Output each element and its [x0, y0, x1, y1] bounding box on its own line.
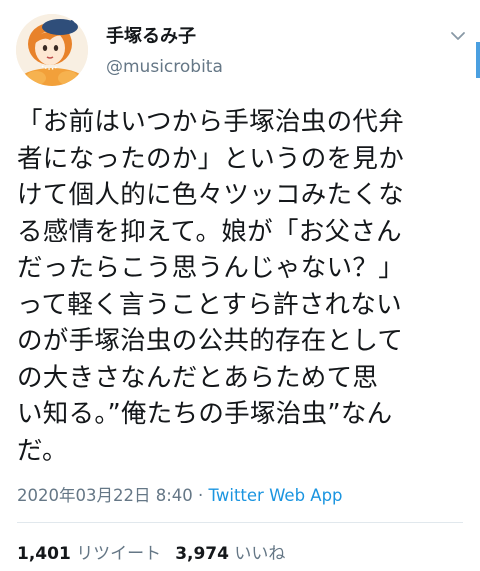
likes-count: 3,974: [175, 544, 229, 564]
user-handle[interactable]: @musicrobita: [106, 57, 223, 77]
tweet-stats: 1,401 リツイート 3,974 いいね: [17, 539, 285, 564]
scrollbar[interactable]: [476, 42, 480, 78]
tweet-meta: 2020年03月22日 8:40 · Twitter Web App: [17, 482, 343, 506]
retweets-count: 1,401: [17, 544, 71, 564]
tweet-text-line: って軽く言うことすら許されない: [17, 289, 402, 320]
tweet-text-line: る感情を抑えて。娘が「お父さん: [17, 216, 402, 247]
tweet-text-line: の大きさなんだとあらためて思: [17, 362, 379, 393]
tweet-text-line: い知る。”俺たちの手塚治虫”なん: [17, 399, 393, 429]
meta-separator: ·: [192, 486, 209, 505]
likes-label: いいね: [234, 544, 286, 564]
tweet-header: 手塚るみ子 @musicrobita: [0, 0, 480, 100]
likes-stat[interactable]: 3,974 いいね: [175, 544, 285, 564]
tweet-text-line: 者になったのか」というのを見か: [17, 143, 405, 174]
tweet-text-line: のが手塚治虫の公共的存在として: [17, 326, 404, 356]
avatar[interactable]: [16, 14, 88, 86]
retweets-stat[interactable]: 1,401 リツイート: [17, 544, 161, 564]
source-app-link[interactable]: Twitter Web App: [209, 486, 343, 505]
display-name[interactable]: 手塚るみ子: [106, 22, 196, 48]
tweet-timestamp[interactable]: 2020年03月22日 8:40: [17, 486, 193, 505]
tweet-text: 「お前はいつから手塚治虫の代弁 者になったのか」というのを見か けて個人的に色々…: [17, 104, 469, 469]
tweet-text-line: だ。: [17, 435, 68, 466]
chevron-down-icon[interactable]: [448, 26, 468, 46]
avatar-illustration: [16, 14, 88, 86]
tweet-text-line: 「お前はいつから手塚治虫の代弁: [17, 107, 405, 137]
retweets-label: リツイート: [76, 544, 162, 564]
tweet-text-line: けて個人的に色々ツッコみたくな: [17, 180, 405, 210]
tweet-text-line: だったらこう思うんじゃない？」: [17, 253, 405, 283]
divider: [17, 522, 463, 523]
